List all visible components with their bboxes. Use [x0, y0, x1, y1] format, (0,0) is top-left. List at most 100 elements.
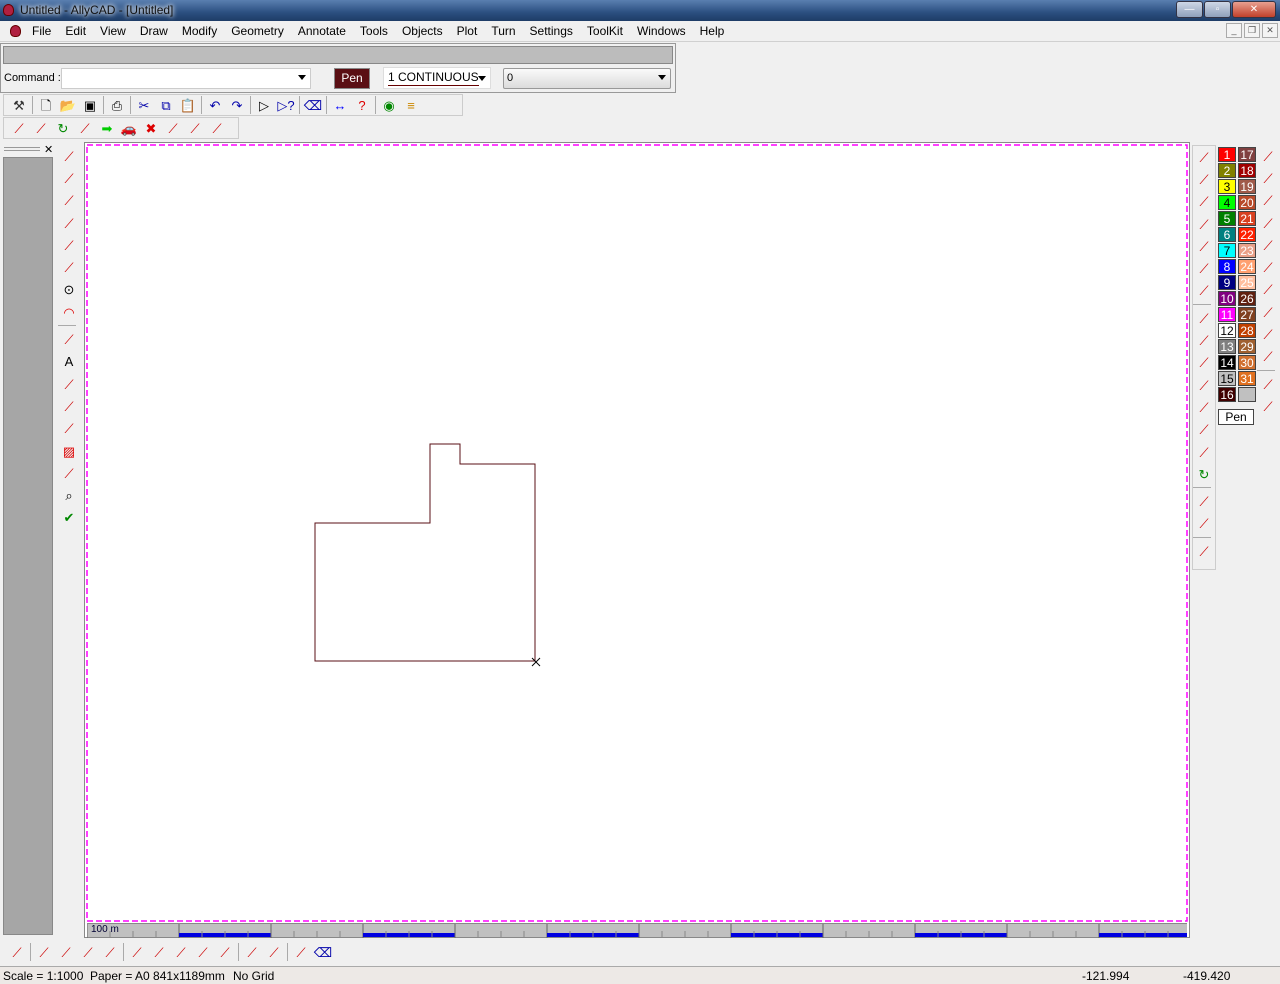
- object-query-icon[interactable]: ⟋: [206, 118, 228, 138]
- pen-swatch[interactable]: 6: [1218, 227, 1236, 242]
- delete-cross-icon[interactable]: ✖: [140, 118, 162, 138]
- cross-icon[interactable]: ⟋: [241, 942, 263, 962]
- menu-objects[interactable]: Objects: [395, 24, 450, 38]
- command-input[interactable]: [61, 68, 311, 89]
- chevron-down-icon[interactable]: [658, 75, 666, 80]
- polygon-icon[interactable]: ⟋: [58, 190, 80, 212]
- maximize-button[interactable]: ▫: [1204, 1, 1231, 18]
- rotate-icon[interactable]: ↻: [52, 118, 74, 138]
- pen-swatch[interactable]: 22: [1238, 227, 1256, 242]
- crosshair-icon[interactable]: ⟋: [33, 942, 55, 962]
- pen-swatch[interactable]: 16: [1218, 387, 1236, 402]
- snap-center-icon[interactable]: ⟋: [1257, 256, 1279, 278]
- circle-link-icon[interactable]: ⟋: [214, 942, 236, 962]
- menu-modify[interactable]: Modify: [175, 24, 224, 38]
- mdi-close-button[interactable]: ✕: [1262, 23, 1278, 38]
- cut-icon[interactable]: ✂: [133, 95, 155, 115]
- chevron-down-icon[interactable]: [298, 75, 306, 80]
- save-icon[interactable]: ▣: [79, 95, 101, 115]
- snap-tangent-icon[interactable]: ⟋: [1257, 323, 1279, 345]
- panel-grip[interactable]: [4, 147, 40, 151]
- menu-file[interactable]: File: [25, 24, 58, 38]
- pen-swatch[interactable]: 20: [1238, 195, 1256, 210]
- circle-snap-icon[interactable]: ⟋: [126, 942, 148, 962]
- layer-query-icon[interactable]: ≡: [400, 95, 422, 115]
- pen-swatch[interactable]: [1238, 387, 1256, 402]
- array-icon[interactable]: ⟋: [1193, 235, 1215, 257]
- move-icon[interactable]: ⟋: [1193, 146, 1215, 168]
- paste-icon[interactable]: 📋: [177, 95, 199, 115]
- new-file-icon[interactable]: 🗋: [35, 95, 57, 115]
- pen-swatch[interactable]: 4: [1218, 195, 1236, 210]
- select-query-icon[interactable]: ▷?: [275, 95, 297, 115]
- copy-icon[interactable]: ⧉: [155, 95, 177, 115]
- close-button[interactable]: ✕: [1232, 1, 1276, 18]
- parallel-icon[interactable]: ⟋: [55, 942, 77, 962]
- dimension-text-icon[interactable]: ⟋: [58, 373, 80, 395]
- join-icon[interactable]: ⟋: [1193, 396, 1215, 418]
- menu-view[interactable]: View: [93, 24, 133, 38]
- pencil-icon[interactable]: ⟋: [58, 234, 80, 256]
- pen-swatch[interactable]: 28: [1238, 323, 1256, 338]
- pen-swatch[interactable]: 11: [1218, 307, 1236, 322]
- menu-settings[interactable]: Settings: [523, 24, 580, 38]
- group-icon[interactable]: ⟋: [1193, 419, 1215, 441]
- menu-edit[interactable]: Edit: [58, 24, 93, 38]
- erase-icon[interactable]: ⟋: [1193, 280, 1215, 302]
- break-icon[interactable]: ⟋: [1193, 374, 1215, 396]
- stretch-icon[interactable]: ⟋: [1193, 213, 1215, 235]
- close-icon[interactable]: ✕: [44, 143, 53, 156]
- drawing-canvas[interactable]: 100 m: [84, 142, 1190, 938]
- drawn-polyline[interactable]: [314, 443, 536, 662]
- layer-down-icon[interactable]: ⟋: [1193, 513, 1215, 535]
- linetype-select[interactable]: 1 CONTINUOUS: [383, 67, 491, 89]
- snap-cross-icon[interactable]: ⟋: [1257, 279, 1279, 301]
- drawing-svg[interactable]: [85, 143, 1189, 923]
- circle-icon[interactable]: ⊙: [58, 279, 80, 301]
- minimize-button[interactable]: —: [1176, 1, 1203, 18]
- select-arrow-icon[interactable]: ▷: [253, 95, 275, 115]
- snap-curve-icon[interactable]: ⟋: [1257, 145, 1279, 167]
- rectangle-icon[interactable]: ⟋: [58, 212, 80, 234]
- polyline-icon[interactable]: ⟋: [58, 167, 80, 189]
- pen-swatch[interactable]: 7: [1218, 243, 1236, 258]
- chevron-down-icon[interactable]: [478, 76, 486, 81]
- redo-icon[interactable]: ↷: [226, 95, 248, 115]
- document-icon[interactable]: [10, 25, 21, 37]
- pen-swatch[interactable]: 17: [1238, 147, 1256, 162]
- menu-help[interactable]: Help: [693, 24, 732, 38]
- pen-swatch[interactable]: 2: [1218, 163, 1236, 178]
- pen-label[interactable]: Pen: [1218, 409, 1254, 425]
- pen-swatch[interactable]: 9: [1218, 275, 1236, 290]
- snap-triangle-icon[interactable]: ⟋: [1257, 373, 1279, 395]
- snap-circle-icon[interactable]: ⟋: [1257, 301, 1279, 323]
- node-icon[interactable]: ⟋: [1193, 352, 1215, 374]
- snap-endpoint-icon[interactable]: ⟋: [1257, 167, 1279, 189]
- pen-swatch[interactable]: 18: [1238, 163, 1256, 178]
- pen-swatch[interactable]: 1: [1218, 147, 1236, 162]
- pick-icon[interactable]: ⟋: [58, 462, 80, 484]
- layer-select[interactable]: 0: [503, 68, 671, 89]
- print-icon[interactable]: ⎙: [106, 95, 128, 115]
- curve-edit-icon[interactable]: ⟋: [30, 118, 52, 138]
- eraser-icon[interactable]: ⌫: [302, 95, 324, 115]
- mdi-minimize-button[interactable]: _: [1226, 23, 1242, 38]
- pen-swatch[interactable]: 13: [1218, 339, 1236, 354]
- snap-perpendicular-icon[interactable]: ⟋: [1257, 212, 1279, 234]
- snap-angle-icon[interactable]: ⟋: [1257, 395, 1279, 417]
- car-icon[interactable]: 🚗: [118, 118, 140, 138]
- rotate-icon[interactable]: ↻: [1193, 463, 1215, 485]
- scatter-icon[interactable]: ⟋: [58, 418, 80, 440]
- pen-swatch[interactable]: 21: [1238, 211, 1256, 226]
- insert-block-icon[interactable]: ⟋: [58, 328, 80, 350]
- pen-swatch[interactable]: 24: [1238, 259, 1256, 274]
- measure-distance-icon[interactable]: ↔: [329, 95, 351, 115]
- menu-tools[interactable]: Tools: [353, 24, 395, 38]
- menu-windows[interactable]: Windows: [630, 24, 693, 38]
- circle-quad-icon[interactable]: ⟋: [148, 942, 170, 962]
- dropper-icon[interactable]: ⟋: [58, 256, 80, 278]
- ungroup-icon[interactable]: ⟋: [1193, 441, 1215, 463]
- properties-list-icon[interactable]: ⟋: [8, 118, 30, 138]
- undo-icon[interactable]: ↶: [204, 95, 226, 115]
- pen-swatch[interactable]: 15: [1218, 371, 1236, 386]
